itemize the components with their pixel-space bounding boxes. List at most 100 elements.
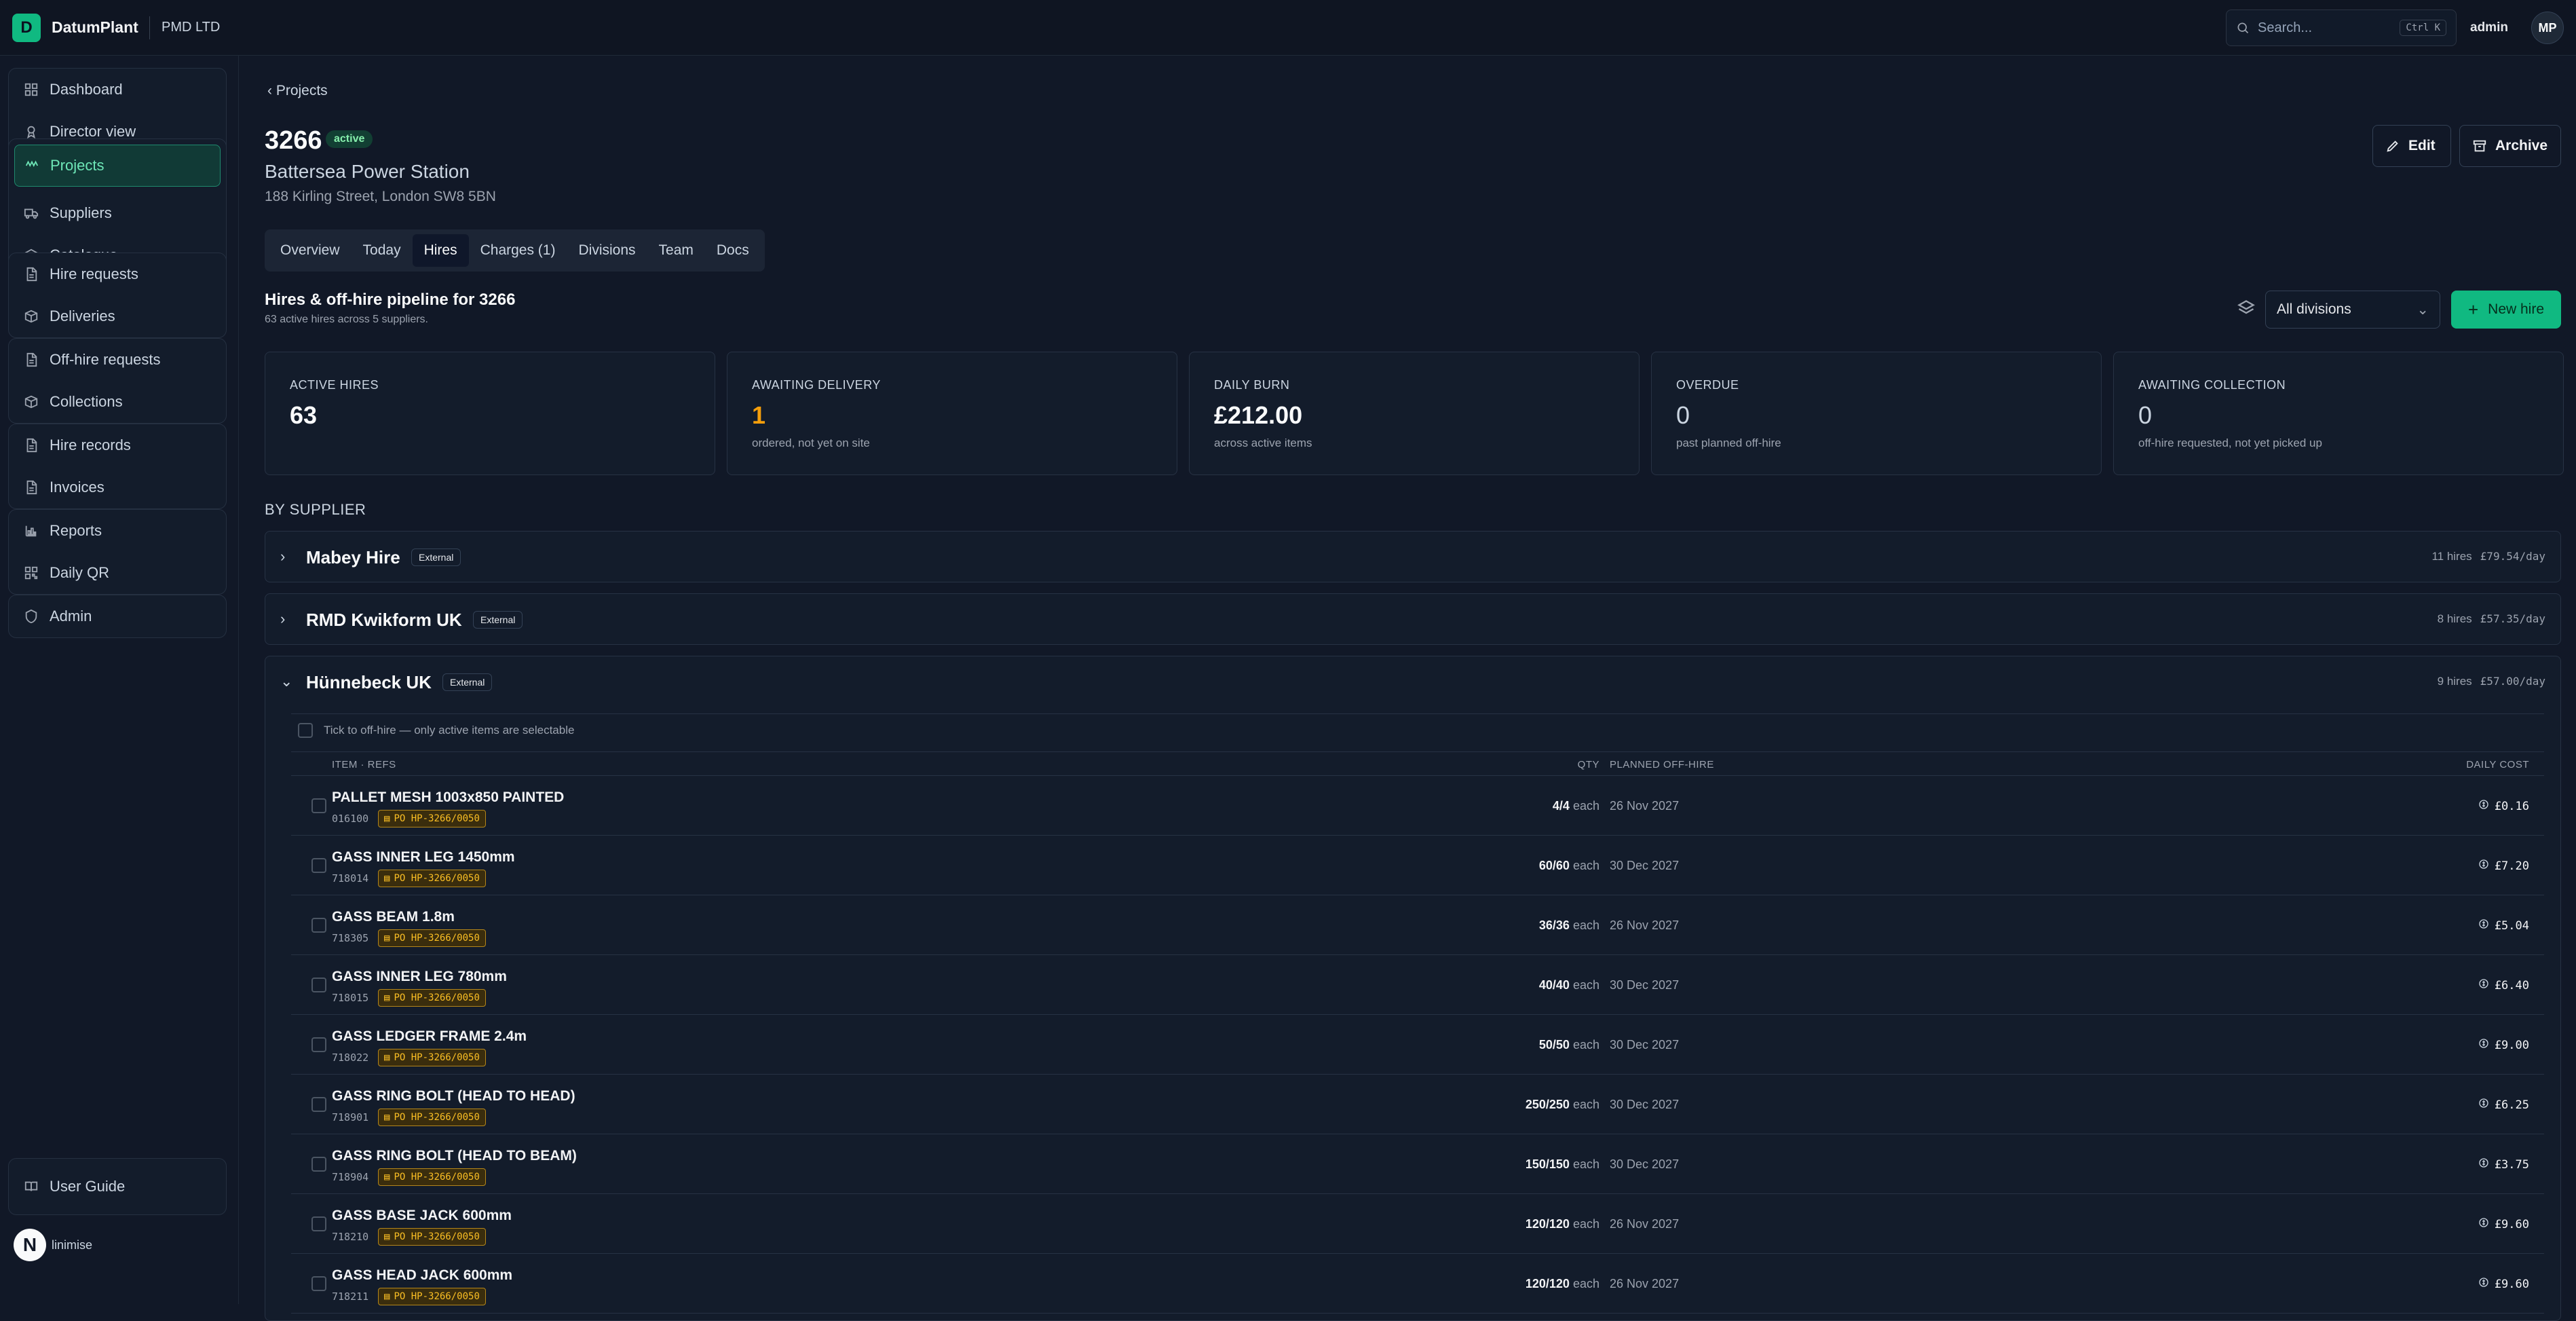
- row-checkbox[interactable]: [311, 918, 326, 933]
- sidebar-item-dashboard[interactable]: Dashboard: [9, 69, 226, 111]
- supplier-hire-count: 11 hires: [2431, 550, 2472, 563]
- po-badge[interactable]: ▤ PO HP-3266/0050: [378, 1288, 486, 1305]
- sidebar-item-daily-qr[interactable]: Daily QR: [9, 552, 226, 594]
- avatar[interactable]: MP: [2531, 12, 2564, 44]
- sidebar-item-hire-records[interactable]: Hire records: [9, 424, 226, 466]
- item-name: GASS BEAM 1.8m: [332, 909, 455, 925]
- sidebar-item-reports[interactable]: Reports: [9, 510, 226, 552]
- tab-today[interactable]: Today: [352, 234, 413, 267]
- po-badge[interactable]: ▤ PO HP-3266/0050: [378, 989, 486, 1007]
- daily-cost: £6.40: [2478, 978, 2529, 992]
- planned-off-hire-date: 30 Dec 2027: [1610, 978, 1680, 992]
- file-icon: ▤: [384, 1172, 390, 1183]
- sidebar-item-collections[interactable]: Collections: [9, 381, 226, 423]
- qty-unit: each: [1572, 799, 1599, 813]
- supplier-header[interactable]: › RMD Kwikform UK External 8 hires £57.35/da…: [265, 594, 2560, 646]
- sidebar-item-label: Off-hire requests: [50, 351, 161, 368]
- sidebar-item-projects[interactable]: Projects: [14, 145, 221, 187]
- supplier-header[interactable]: ⌄ Hünnebeck UK External 9 hires £57.00/day: [265, 656, 2560, 708]
- planned-off-hire-date: 26 Nov 2027: [1610, 799, 1680, 813]
- archive-button[interactable]: Archive: [2459, 125, 2561, 167]
- edit-button[interactable]: Edit: [2372, 125, 2451, 167]
- footer-badge[interactable]: N: [14, 1229, 46, 1261]
- po-ref: PO HP-3266/0050: [394, 813, 480, 824]
- sidebar-item-admin[interactable]: Admin: [9, 595, 226, 637]
- item-code: 718305: [332, 932, 369, 944]
- po-ref: PO HP-3266/0050: [394, 933, 480, 944]
- po-badge[interactable]: ▤ PO HP-3266/0050: [378, 1168, 486, 1186]
- sidebar-item-deliveries[interactable]: Deliveries: [9, 295, 226, 337]
- select-all-checkbox[interactable]: [298, 722, 313, 738]
- daily-cost-value: £0.16: [2494, 799, 2529, 813]
- truck-icon: [24, 206, 39, 221]
- row-checkbox[interactable]: [311, 1276, 326, 1291]
- tab-hires[interactable]: Hires: [412, 234, 469, 267]
- stat-value: 1: [752, 401, 766, 429]
- qty-unit: each: [1572, 859, 1599, 872]
- item-code: 718022: [332, 1052, 369, 1064]
- row-checkbox[interactable]: [311, 1216, 326, 1231]
- qty-unit: each: [1572, 1157, 1599, 1171]
- daily-cost-value: £6.40: [2494, 978, 2529, 992]
- item-code: 718904: [332, 1171, 369, 1183]
- supplier-header[interactable]: › Mabey Hire External 11 hires £79.54/day: [265, 532, 2560, 583]
- supplier-meta: 11 hires £79.54/day: [2431, 550, 2545, 563]
- supplier-daily-cost: £57.35/day: [2480, 612, 2545, 625]
- daily-cost-value: £7.20: [2494, 859, 2529, 873]
- row-checkbox[interactable]: [311, 798, 326, 813]
- po-badge[interactable]: ▤ PO HP-3266/0050: [378, 929, 486, 947]
- stat-label: AWAITING DELIVERY: [752, 378, 881, 392]
- item-code: 718901: [332, 1111, 369, 1123]
- coin-icon: [2478, 1157, 2489, 1172]
- po-badge[interactable]: ▤ PO HP-3266/0050: [378, 870, 486, 887]
- tab-team[interactable]: Team: [647, 234, 705, 267]
- tab-charges-1[interactable]: Charges (1): [469, 234, 567, 267]
- coin-icon: [2478, 978, 2489, 992]
- division-select-value: All divisions: [2277, 301, 2351, 317]
- po-badge[interactable]: ▤ PO HP-3266/0050: [378, 1049, 486, 1066]
- user-guide-link[interactable]: User Guide: [8, 1158, 227, 1215]
- search-placeholder: Search...: [2258, 20, 2313, 35]
- breadcrumb[interactable]: ‹ Projects: [267, 83, 328, 99]
- page-title: 3266: [265, 126, 322, 155]
- tab-docs[interactable]: Docs: [705, 234, 761, 267]
- po-badge[interactable]: ▤ PO HP-3266/0050: [378, 810, 486, 827]
- row-checkbox[interactable]: [311, 858, 326, 873]
- sidebar-item-invoices[interactable]: Invoices: [9, 466, 226, 508]
- row-checkbox[interactable]: [311, 1097, 326, 1112]
- app-logo[interactable]: D: [12, 14, 41, 42]
- file-icon: ▤: [384, 992, 390, 1003]
- tab-divisions[interactable]: Divisions: [567, 234, 647, 267]
- po-badge[interactable]: ▤ PO HP-3266/0050: [378, 1109, 486, 1126]
- coin-icon: [2478, 799, 2489, 813]
- tab-overview[interactable]: Overview: [269, 234, 352, 267]
- footer-label: linimise: [52, 1238, 93, 1252]
- daily-cost: £9.00: [2478, 1038, 2529, 1052]
- brand-name: DatumPlant: [52, 18, 138, 36]
- sidebar-item-hire-requests[interactable]: Hire requests: [9, 253, 226, 295]
- row-checkbox[interactable]: [311, 978, 326, 992]
- stat-value: 63: [290, 401, 318, 429]
- stat-caption: off-hire requested, not yet picked up: [2138, 436, 2322, 449]
- sidebar-item-off-hire-requests[interactable]: Off-hire requests: [9, 339, 226, 381]
- package-icon: [24, 309, 39, 324]
- file-icon: ▤: [384, 1231, 390, 1242]
- division-select[interactable]: All divisions ⌄: [2265, 291, 2440, 329]
- po-badge[interactable]: ▤ PO HP-3266/0050: [378, 1228, 486, 1246]
- row-checkbox[interactable]: [311, 1157, 326, 1172]
- supplier-meta: 9 hires £57.00/day: [2438, 675, 2545, 688]
- sidebar-item-suppliers[interactable]: Suppliers: [9, 192, 226, 234]
- nav-group: Admin: [8, 595, 227, 638]
- daily-cost-value: £5.04: [2494, 918, 2529, 933]
- new-hire-button[interactable]: + New hire: [2451, 291, 2561, 329]
- search-input[interactable]: Search... Ctrl K: [2226, 10, 2457, 46]
- item-name: PALLET MESH 1003x850 PAINTED: [332, 789, 565, 805]
- qty-unit: each: [1572, 1038, 1599, 1052]
- package-icon: [24, 394, 39, 409]
- section-subtitle: 63 active hires across 5 suppliers.: [265, 314, 428, 325]
- sidebar-item-label: Reports: [50, 522, 102, 539]
- qty-unit: each: [1572, 1098, 1599, 1111]
- row-checkbox[interactable]: [311, 1037, 326, 1052]
- sidebar-item-label: Admin: [50, 608, 92, 625]
- sidebar-item-label: Projects: [50, 157, 105, 174]
